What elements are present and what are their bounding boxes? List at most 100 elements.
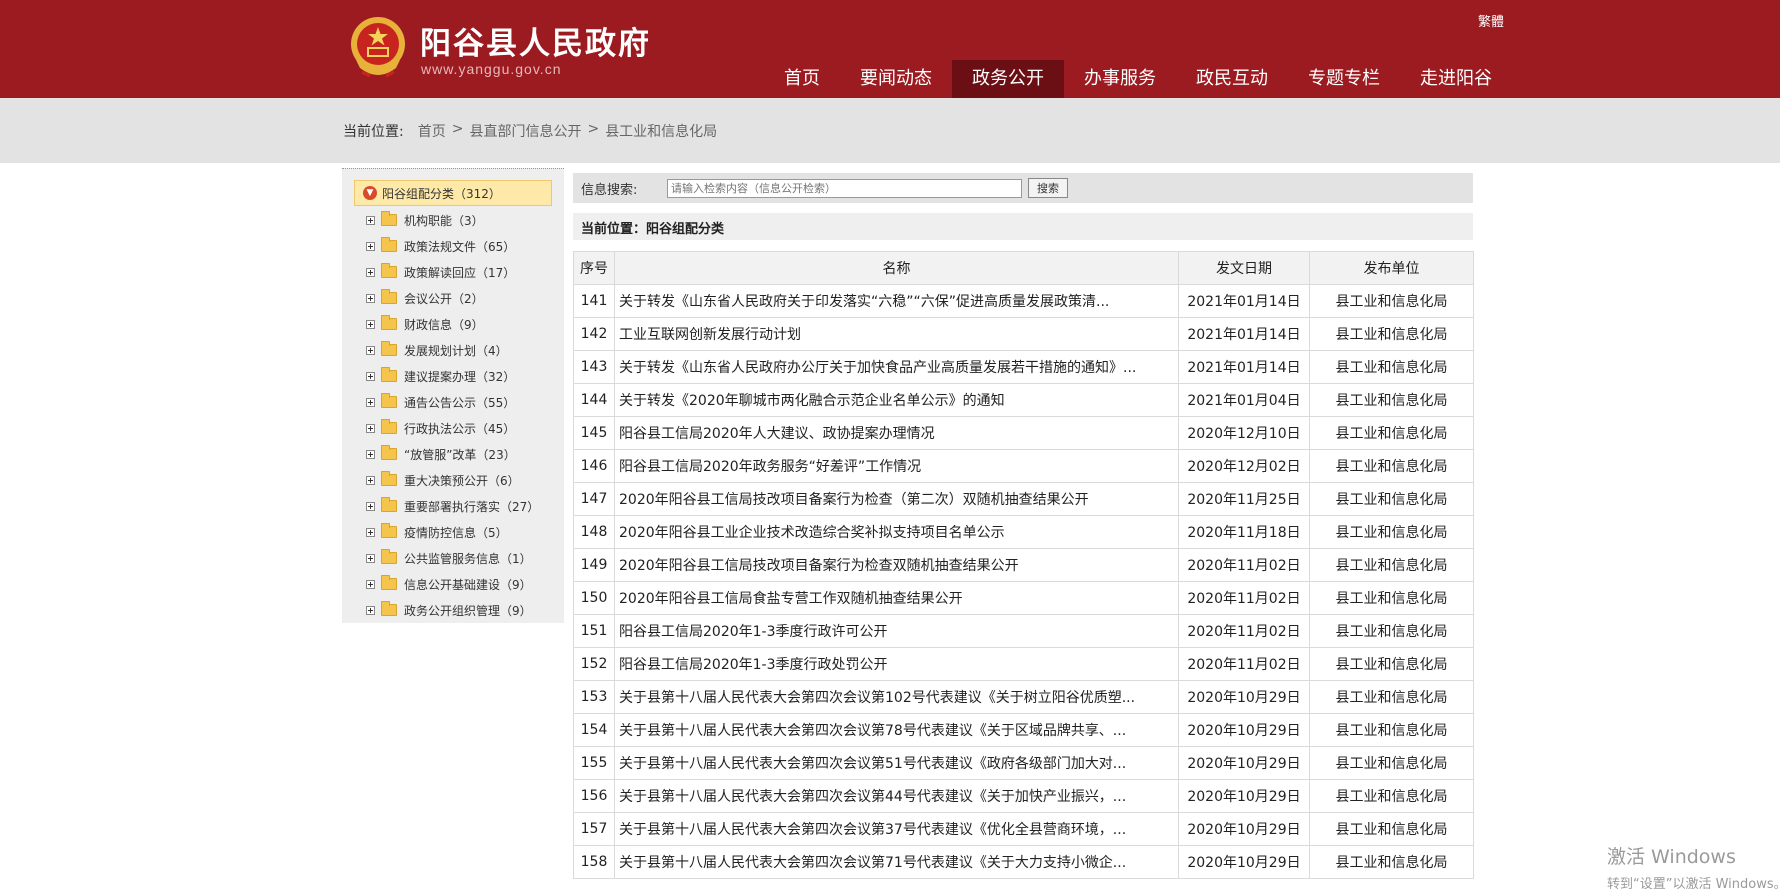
document-title-link[interactable]: 2020年阳谷县工业企业技术改造综合奖补拟支持项目名单公示 — [614, 515, 1179, 549]
expand-plus-icon[interactable] — [366, 319, 375, 329]
document-title-link[interactable]: 关于转发《山东省人民政府关于印发落实“六稳”“六保”促进高质量发展政策清... — [614, 284, 1179, 318]
document-title-link[interactable]: 阳谷县工信局2020年1-3季度行政许可公开 — [614, 614, 1179, 648]
sidebar-item-label: 机构职能（3） — [404, 213, 484, 228]
breadcrumb-home[interactable]: 首页 — [418, 121, 446, 141]
sidebar-item-label: 发展规划计划（4） — [404, 343, 508, 358]
document-title-link[interactable]: 关于转发《2020年聊城市两化融合示范企业名单公示》的通知 — [614, 383, 1179, 417]
nav-item[interactable]: 办事服务 — [1064, 60, 1176, 98]
publisher: 县工业和信息化局 — [1309, 713, 1474, 747]
expand-plus-icon[interactable] — [366, 423, 375, 433]
document-title-link[interactable]: 阳谷县工信局2020年1-3季度行政处罚公开 — [614, 647, 1179, 681]
site-title[interactable]: 阳谷县人民政府 — [420, 18, 651, 63]
publish-date: 2020年12月02日 — [1178, 449, 1310, 483]
sidebar-item[interactable]: “放管服”改革（23） — [366, 441, 539, 467]
sidebar-item[interactable]: 重要部署执行落实（27） — [366, 493, 539, 519]
publish-date: 2021年01月14日 — [1178, 317, 1310, 351]
publish-date: 2020年11月02日 — [1178, 614, 1310, 648]
breadcrumb-current[interactable]: 县工业和信息化局 — [605, 121, 717, 141]
expand-plus-icon[interactable] — [366, 553, 375, 563]
publisher: 县工业和信息化局 — [1309, 449, 1474, 483]
document-title-link[interactable]: 2020年阳谷县工信局技改项目备案行为检查双随机抽查结果公开 — [614, 548, 1179, 582]
sidebar-item[interactable]: 财政信息（9） — [366, 311, 539, 337]
publish-date: 2021年01月14日 — [1178, 350, 1310, 384]
folder-icon — [381, 549, 397, 564]
document-title-link[interactable]: 工业互联网创新发展行动计划 — [614, 317, 1179, 351]
document-title-link[interactable]: 阳谷县工信局2020年人大建议、政协提案办理情况 — [614, 416, 1179, 450]
nav-item[interactable]: 专题专栏 — [1288, 60, 1400, 98]
document-title-link[interactable]: 2020年阳谷县工信局技改项目备案行为检查（第二次）双随机抽查结果公开 — [614, 482, 1179, 516]
sidebar-item[interactable]: 重大决策预公开（6） — [366, 467, 539, 493]
column-header-publisher: 发布单位 — [1309, 251, 1474, 285]
expand-plus-icon[interactable] — [366, 397, 375, 407]
publish-date: 2020年10月29日 — [1178, 746, 1310, 780]
national-emblem-icon[interactable] — [348, 14, 408, 80]
column-header-name: 名称 — [614, 251, 1179, 285]
search-input[interactable] — [667, 179, 1022, 198]
sidebar-item-label: 政策解读回应（17） — [404, 265, 516, 280]
expand-plus-icon[interactable] — [366, 241, 375, 251]
expand-plus-icon[interactable] — [366, 579, 375, 589]
expand-plus-icon[interactable] — [366, 293, 375, 303]
row-index: 153 — [573, 680, 615, 714]
table-row: 152 阳谷县工信局2020年1-3季度行政处罚公开 2020年11月02日 县工业和… — [573, 647, 1474, 681]
table-row: 154 关于县第十八届人民代表大会第四次会议第78号代表建议《关于区域品牌共享、.… — [573, 713, 1474, 747]
traditional-chinese-link[interactable]: 繁體 — [1478, 11, 1504, 30]
nav-item[interactable]: 首页 — [764, 60, 840, 98]
document-title-link[interactable]: 2020年阳谷县工信局食盐专营工作双随机抽查结果公开 — [614, 581, 1179, 615]
sidebar-item-label: 财政信息（9） — [404, 317, 484, 332]
document-title-link[interactable]: 关于县第十八届人民代表大会第四次会议第78号代表建议《关于区域品牌共享、... — [614, 713, 1179, 747]
expand-plus-icon[interactable] — [366, 501, 375, 511]
search-label: 信息搜索: — [581, 183, 638, 198]
publish-date: 2020年11月18日 — [1178, 515, 1310, 549]
document-title-link[interactable]: 关于县第十八届人民代表大会第四次会议第71号代表建议《关于大力支持小微企... — [614, 845, 1179, 879]
sidebar-item[interactable]: 信息公开基础建设（9） — [366, 571, 539, 597]
row-index: 156 — [573, 779, 615, 813]
nav-item[interactable]: 政民互动 — [1176, 60, 1288, 98]
expand-plus-icon[interactable] — [366, 527, 375, 537]
publish-date: 2021年01月14日 — [1178, 284, 1310, 318]
expand-plus-icon[interactable] — [366, 267, 375, 277]
publish-date: 2020年10月29日 — [1178, 779, 1310, 813]
breadcrumb-dept-disclosure[interactable]: 县直部门信息公开 — [469, 121, 581, 141]
sidebar-item[interactable]: 机构职能（3） — [366, 207, 539, 233]
sidebar-item[interactable]: 会议公开（2） — [366, 285, 539, 311]
expand-plus-icon[interactable] — [366, 475, 375, 485]
folder-icon — [381, 523, 397, 538]
sidebar-item[interactable]: 政策解读回应（17） — [366, 259, 539, 285]
sidebar-item[interactable]: 疫情防控信息（5） — [366, 519, 539, 545]
publisher: 县工业和信息化局 — [1309, 284, 1474, 318]
nav-item[interactable]: 政务公开 — [952, 60, 1064, 98]
main-nav: 首页 要闻动态 政务公开 办事服务 政民互动 专题专栏 走进阳谷 — [764, 60, 1512, 98]
nav-item[interactable]: 走进阳谷 — [1400, 60, 1512, 98]
sidebar-item[interactable]: 发展规划计划（4） — [366, 337, 539, 363]
table-row: 155 关于县第十八届人民代表大会第四次会议第51号代表建议《政府各级部门加大对.… — [573, 746, 1474, 780]
expand-plus-icon[interactable] — [366, 605, 375, 615]
expand-plus-icon[interactable] — [366, 371, 375, 381]
document-title-link[interactable]: 关于转发《山东省人民政府办公厅关于加快食品产业高质量发展若干措施的通知》... — [614, 350, 1179, 384]
document-title-link[interactable]: 关于县第十八届人民代表大会第四次会议第102号代表建议《关于树立阳谷优质塑... — [614, 680, 1179, 714]
publish-date: 2021年01月04日 — [1178, 383, 1310, 417]
sidebar-category-list: 机构职能（3） 政策法规文件（65） 政策解读回应（17） 会议公开（2） 财政信息（9… — [366, 207, 539, 623]
document-title-link[interactable]: 关于县第十八届人民代表大会第四次会议第44号代表建议《关于加快产业振兴，... — [614, 779, 1179, 813]
row-index: 149 — [573, 548, 615, 582]
expand-plus-icon[interactable] — [366, 215, 375, 225]
sidebar-item-label: 行政执法公示（45） — [404, 421, 516, 436]
row-index: 144 — [573, 383, 615, 417]
document-title-link[interactable]: 关于县第十八届人民代表大会第四次会议第51号代表建议《政府各级部门加大对... — [614, 746, 1179, 780]
sidebar-item[interactable]: 政务公开组织管理（9） — [366, 597, 539, 623]
expand-plus-icon[interactable] — [366, 449, 375, 459]
search-button[interactable]: 搜索 — [1028, 178, 1068, 198]
row-index: 157 — [573, 812, 615, 846]
document-title-link[interactable]: 关于县第十八届人民代表大会第四次会议第37号代表建议《优化全县营商环境，... — [614, 812, 1179, 846]
sidebar-item[interactable]: 通告公告公示（55） — [366, 389, 539, 415]
document-title-link[interactable]: 阳谷县工信局2020年政务服务“好差评”工作情况 — [614, 449, 1179, 483]
table-row: 157 关于县第十八届人民代表大会第四次会议第37号代表建议《优化全县营商环境，.… — [573, 812, 1474, 846]
sidebar-item[interactable]: 行政执法公示（45） — [366, 415, 539, 441]
sidebar-item[interactable]: 公共监管服务信息（1） — [366, 545, 539, 571]
breadcrumb-separator: > — [451, 121, 464, 137]
sidebar-item[interactable]: 建议提案办理（32） — [366, 363, 539, 389]
nav-item[interactable]: 要闻动态 — [840, 60, 952, 98]
expand-plus-icon[interactable] — [366, 345, 375, 355]
sidebar-item[interactable]: 政策法规文件（65） — [366, 233, 539, 259]
sidebar-root-category[interactable]: ▼ 阳谷组配分类（312） — [354, 180, 552, 206]
